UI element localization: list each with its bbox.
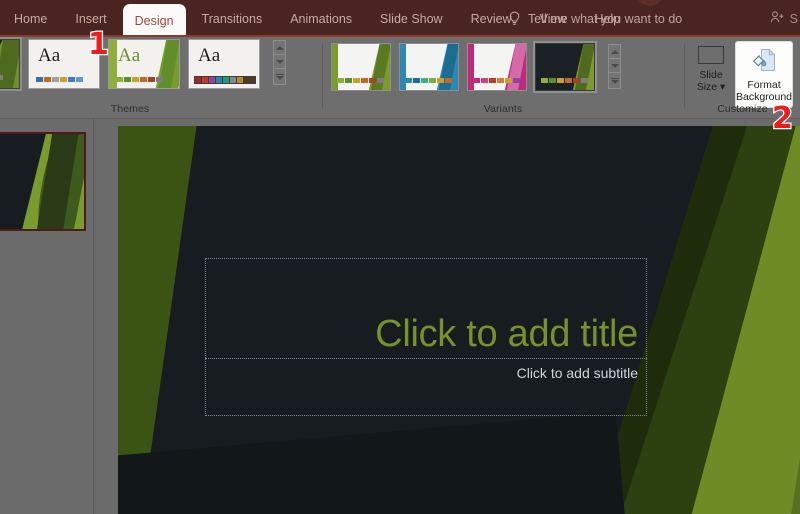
tab-home[interactable]: Home [0,0,61,37]
variants-scroll-controls[interactable] [608,44,621,89]
pane-divider [93,119,94,514]
scroll-down-arrow[interactable] [273,54,286,69]
subtitle-placeholder[interactable]: Click to add subtitle [205,358,647,416]
powerpoint-window: Home Insert Design Transitions Animation… [0,0,800,514]
tell-me-placeholder: Tell me what you want to do [528,11,683,26]
scroll-up-arrow[interactable] [608,44,621,59]
share-label: S [789,11,798,26]
theme-aa-label: Aa [198,45,221,66]
variant-blue[interactable] [399,43,459,91]
tab-label: Slide Show [380,11,443,26]
format-background-button[interactable]: Format Background [735,41,793,108]
format-background-icon [751,47,777,76]
variants-group-label: Variants [483,103,523,115]
tab-label: Review [470,11,512,26]
theme-swatch-bar [194,76,256,84]
ribbon-group-variants: Variants [323,37,683,119]
themes-scroll-controls[interactable] [273,40,286,85]
variant-green[interactable] [331,43,391,91]
background-shape-bottom-dark [118,411,639,514]
annotation-badge-1: 1 [87,27,110,62]
slide-editing-surface[interactable]: Click to add title Click to add subtitle [118,126,800,514]
themes-group-label: Themes [110,103,150,115]
tab-slide-show[interactable]: Slide Show [366,0,457,37]
slide-canvas-area[interactable]: Click to add title Click to add subtitle [101,119,800,514]
tab-label: Animations [290,11,353,26]
scroll-down-arrow[interactable] [608,58,621,73]
variant-dark[interactable] [533,41,597,93]
tell-me-search[interactable]: Tell me what you want to do [508,0,682,37]
slide-size-icon [698,46,724,64]
tab-animations[interactable]: Animations [276,0,366,37]
ribbon: Aa Aa Aa Themes Variants Slide Size ▾ Fo… [0,37,800,119]
title-placeholder-text: Click to add title [375,313,638,355]
share-person-icon [770,10,786,27]
tab-label: Design [134,13,174,28]
tab-label: Transitions [201,11,263,26]
share-button[interactable]: S [770,0,800,37]
work-area: Click to add title Click to add subtitle [0,119,800,514]
title-placeholder[interactable]: Click to add title [205,258,647,358]
theme-dark-green[interactable] [0,37,22,91]
variants-gallery[interactable] [331,41,621,93]
lightbulb-icon [508,11,521,26]
slide-size-button[interactable]: Slide Size ▾ [691,41,731,93]
slide-thumbnail-pane[interactable] [0,119,100,514]
variant-magenta[interactable] [467,43,527,91]
more-variants-arrow[interactable] [608,72,621,89]
more-themes-arrow[interactable] [273,68,286,85]
slide-size-label-line1: Slide [699,69,723,81]
themes-gallery[interactable]: Aa Aa Aa [0,37,286,91]
ribbon-tab-bar: Home Insert Design Transitions Animation… [0,0,800,37]
slide-size-label-line2: Size ▾ [696,81,726,93]
slide-thumbnail-1[interactable] [0,132,86,231]
theme-aa-label: Aa [118,45,141,66]
subtitle-placeholder-text: Click to add subtitle [516,365,638,381]
tab-label: Home [14,11,48,26]
theme-berlin[interactable]: Aa [188,39,260,89]
tab-transitions[interactable]: Transitions [188,0,277,37]
tab-label: Insert [75,11,107,26]
annotation-badge-2: 2 [771,101,794,136]
theme-aa-label: Aa [38,45,61,66]
tab-design[interactable]: Design [122,4,186,37]
theme-facet[interactable]: Aa [108,39,180,89]
scroll-up-arrow[interactable] [273,40,286,55]
format-background-label-line1: Format [747,79,781,91]
ribbon-group-themes: Aa Aa Aa Themes [0,37,320,119]
